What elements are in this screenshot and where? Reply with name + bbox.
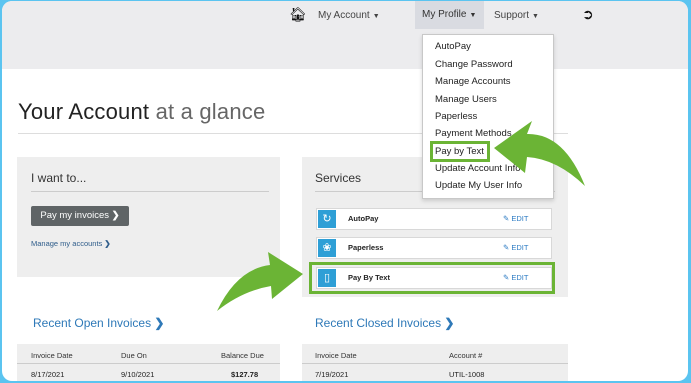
- page-frame: 🏠︎ My Account ▼ My Profile ▼ Support ▼ ➲ Yo…: [2, 1, 688, 381]
- arrow-to-service-row-icon: [217, 252, 303, 311]
- arrow-to-menu-item-icon: [494, 121, 585, 186]
- annotation-arrows: [217, 121, 585, 311]
